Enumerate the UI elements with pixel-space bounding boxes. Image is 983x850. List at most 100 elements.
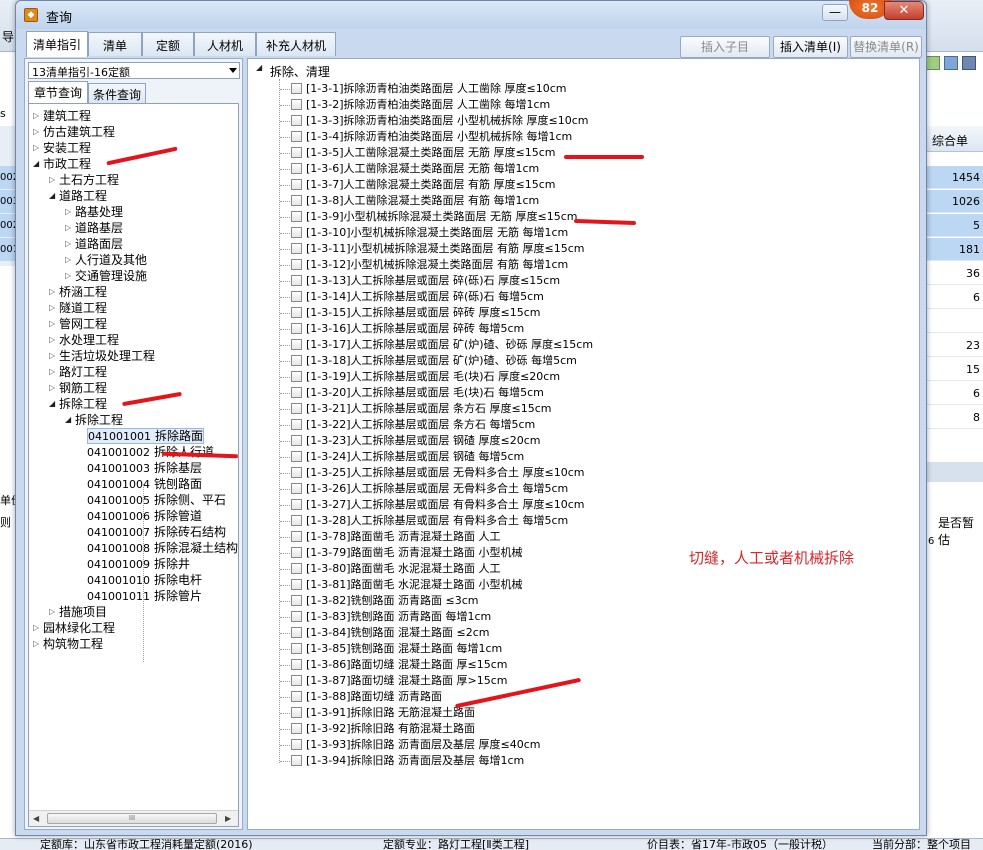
scroll-thumb[interactable]: III <box>47 813 217 824</box>
tree-node[interactable]: ▷ 人行道及其他 <box>65 252 147 268</box>
collapse-triangle-icon[interactable]: ◢ <box>256 63 266 72</box>
tab-supplement-lmm[interactable]: 补充人材机 <box>256 32 336 56</box>
expand-triangle-icon[interactable]: ▷ <box>49 364 59 380</box>
quota-item-row[interactable]: [1-3-13]人工拆除基层或面层 碎(砾)石 厚度≤15cm <box>280 273 560 289</box>
quota-item-row[interactable]: [1-3-79]路面凿毛 沥青混凝土路面 小型机械 <box>280 545 523 561</box>
tree-node[interactable]: ◢ 拆除工程 <box>49 396 107 412</box>
expand-triangle-icon[interactable]: ▷ <box>33 636 43 652</box>
item-checkbox[interactable] <box>291 483 302 494</box>
quota-item-row[interactable]: [1-3-81]路面凿毛 水泥混凝土路面 小型机械 <box>280 577 523 593</box>
tree-item-041001009[interactable]: 041001009 拆除井 <box>87 556 190 572</box>
quota-item-row[interactable]: [1-3-80]路面凿毛 水泥混凝土路面 人工 <box>280 561 501 577</box>
item-checkbox[interactable] <box>291 211 302 222</box>
tree-node[interactable]: ▷ 路基处理 <box>65 204 123 220</box>
quota-item-row[interactable]: [1-3-78]路面凿毛 沥青混凝土路面 人工 <box>280 529 501 545</box>
tree-item-041001010[interactable]: 041001010 拆除电杆 <box>87 572 202 588</box>
quota-item-row[interactable]: [1-3-1]拆除沥青柏油类路面层 人工凿除 厚度≤10cm <box>280 81 567 97</box>
item-checkbox[interactable] <box>291 579 302 590</box>
tree-node[interactable]: ▷ 交通管理设施 <box>65 268 147 284</box>
tree-node[interactable]: ▷ 管网工程 <box>49 316 107 332</box>
tree-node[interactable]: ▷ 仿古建筑工程 <box>33 124 115 140</box>
expand-triangle-icon[interactable]: ▷ <box>49 604 59 620</box>
item-checkbox[interactable] <box>291 195 302 206</box>
tree-node[interactable]: ▷ 安装工程 <box>33 140 91 156</box>
quota-item-row[interactable]: [1-3-18]人工拆除基层或面层 矿(炉)碴、砂砾 每增5cm <box>280 353 577 369</box>
item-checkbox[interactable] <box>291 99 302 110</box>
item-checkbox[interactable] <box>291 531 302 542</box>
scroll-left-icon[interactable]: ◀ <box>33 814 39 823</box>
item-checkbox[interactable] <box>291 515 302 526</box>
insert-list-button[interactable]: 插入清单(I) <box>773 36 848 58</box>
item-checkbox[interactable] <box>291 339 302 350</box>
item-checkbox[interactable] <box>291 611 302 622</box>
quota-item-row[interactable]: [1-3-7]人工凿除混凝土类路面层 有筋 厚度≤15cm <box>280 177 556 193</box>
collapse-triangle-icon[interactable]: ◢ <box>49 396 59 412</box>
close-button[interactable]: ✕ <box>884 1 924 20</box>
item-checkbox[interactable] <box>291 499 302 510</box>
tree-item-041001011[interactable]: 041001011 拆除管片 <box>87 588 202 604</box>
quota-item-row[interactable]: [1-3-19]人工拆除基层或面层 毛(块)石 厚度≤20cm <box>280 369 560 385</box>
item-checkbox[interactable] <box>291 643 302 654</box>
quota-item-row[interactable]: [1-3-83]铣刨路面 沥青路面 每增1cm <box>280 609 491 625</box>
expand-triangle-icon[interactable]: ▷ <box>33 124 43 140</box>
expand-triangle-icon[interactable]: ▷ <box>65 204 75 220</box>
tree-item-041001007[interactable]: 041001007 拆除砖石结构 <box>87 524 226 540</box>
tree-node[interactable]: ▷ 道路面层 <box>65 236 123 252</box>
app-icon[interactable] <box>962 56 976 70</box>
tree-node[interactable]: ▷ 建筑工程 <box>33 108 91 124</box>
item-checkbox[interactable] <box>291 723 302 734</box>
item-checkbox[interactable] <box>291 371 302 382</box>
tree-node[interactable]: ▷ 园林绿化工程 <box>33 620 115 636</box>
quota-item-row[interactable]: [1-3-3]拆除沥青柏油类路面层 小型机械拆除 厚度≤10cm <box>280 113 589 129</box>
quota-item-row[interactable]: [1-3-17]人工拆除基层或面层 矿(炉)碴、砂砾 厚度≤15cm <box>280 337 593 353</box>
quota-item-row[interactable]: [1-3-88]路面切缝 沥青路面 <box>280 689 442 705</box>
quota-item-row[interactable]: [1-3-20]人工拆除基层或面层 毛(块)石 每增5cm <box>280 385 544 401</box>
item-checkbox[interactable] <box>291 323 302 334</box>
quota-item-row[interactable]: [1-3-23]人工拆除基层或面层 钢碴 厚度≤20cm <box>280 433 541 449</box>
tree-node[interactable]: ▷ 道路基层 <box>65 220 123 236</box>
expand-triangle-icon[interactable]: ▷ <box>49 172 59 188</box>
item-checkbox[interactable] <box>291 387 302 398</box>
tree-node[interactable]: ◢ 市政工程 <box>33 156 91 172</box>
item-checkbox[interactable] <box>291 563 302 574</box>
tab-chapter-query[interactable]: 章节查询 <box>28 81 88 103</box>
quota-item-row[interactable]: [1-3-12]小型机械拆除混凝土类路面层 有筋 每增1cm <box>280 257 568 273</box>
quota-item-row[interactable]: [1-3-5]人工凿除混凝土类路面层 无筋 厚度≤15cm <box>280 145 556 161</box>
tree-item-041001005[interactable]: 041001005 拆除侧、平石 <box>87 492 226 508</box>
tree-node[interactable]: ▷ 生活垃圾处理工程 <box>49 348 155 364</box>
item-checkbox[interactable] <box>291 83 302 94</box>
tree-node[interactable]: ▷ 水处理工程 <box>49 332 119 348</box>
insert-child-button[interactable]: 插入子目 <box>680 36 770 58</box>
item-checkbox[interactable] <box>291 243 302 254</box>
tree-node[interactable]: ◢ 拆除工程 <box>65 412 123 428</box>
tree-item-041001006[interactable]: 041001006 拆除管道 <box>87 508 202 524</box>
tree-node[interactable]: ▷ 隧道工程 <box>49 300 107 316</box>
tree-item-041001004[interactable]: 041001004 铣刨路面 <box>87 476 202 492</box>
tab-labor-material-machine[interactable]: 人材机 <box>194 32 256 56</box>
item-checkbox[interactable] <box>291 659 302 670</box>
collapse-triangle-icon[interactable]: ◢ <box>33 156 43 172</box>
scroll-right-icon[interactable]: ▶ <box>225 814 231 823</box>
expand-triangle-icon[interactable]: ▷ <box>65 236 75 252</box>
tree-item-041001003[interactable]: 041001003 拆除基层 <box>87 460 202 476</box>
quota-item-row[interactable]: [1-3-85]铣刨路面 混凝土路面 每增1cm <box>280 641 502 657</box>
item-checkbox[interactable] <box>291 595 302 606</box>
tab-list[interactable]: 清单 <box>88 32 142 56</box>
quota-item-row[interactable]: [1-3-21]人工拆除基层或面层 条方石 厚度≤15cm <box>280 401 552 417</box>
quota-item-row[interactable]: [1-3-2]拆除沥青柏油类路面层 人工凿除 每增1cm <box>280 97 550 113</box>
tab-list-guide[interactable]: 清单指引 <box>26 31 88 57</box>
quota-item-row[interactable]: [1-3-93]拆除旧路 沥青面层及基层 厚度≤40cm <box>280 737 541 753</box>
quota-item-row[interactable]: [1-3-91]拆除旧路 无筋混凝土路面 <box>280 705 475 721</box>
tree-node[interactable]: ▷ 钢筋工程 <box>49 380 107 396</box>
chevron-down-icon[interactable] <box>229 68 237 73</box>
app-icon[interactable] <box>926 56 940 70</box>
minimize-button[interactable]: — <box>822 4 848 21</box>
tree-item-041001008[interactable]: 041001008 拆除混凝土结构 <box>87 540 238 556</box>
quota-item-row[interactable]: [1-3-11]小型机械拆除混凝土类路面层 有筋 厚度≤15cm <box>280 241 585 257</box>
tab-quota[interactable]: 定额 <box>142 32 194 56</box>
app-icon[interactable] <box>944 56 958 70</box>
item-checkbox[interactable] <box>291 691 302 702</box>
item-checkbox[interactable] <box>291 675 302 686</box>
tree-node[interactable]: ▷ 构筑物工程 <box>33 636 103 652</box>
quota-item-row[interactable]: [1-3-86]路面切缝 混凝土路面 厚≤15cm <box>280 657 508 673</box>
